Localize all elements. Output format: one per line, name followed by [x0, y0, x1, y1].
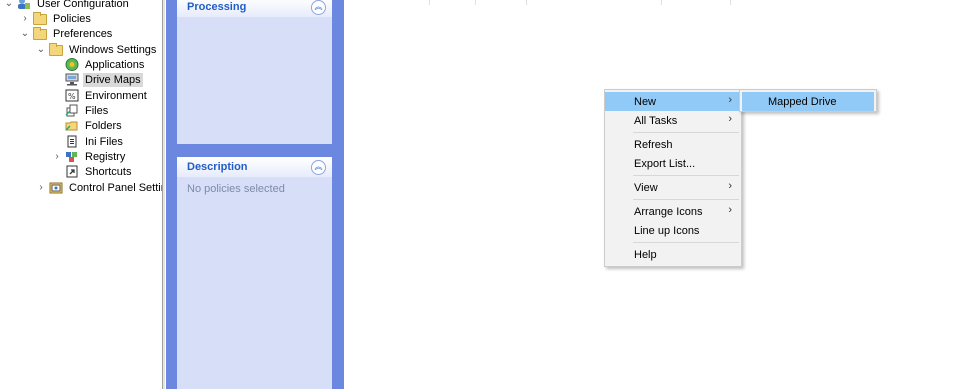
tree-item-label: Control Panel Setting [69, 181, 162, 194]
description-text: No policies selected [187, 183, 285, 195]
menu-separator [633, 175, 739, 176]
tree-item-label: Files [85, 104, 109, 117]
tree-item-label: Ini Files [85, 135, 123, 148]
tree-item-registry[interactable]: › Registry [52, 149, 127, 164]
menu-item-label: Line up Icons [634, 224, 700, 237]
menu-item-label: All Tasks [634, 114, 678, 127]
folders-icon [65, 119, 79, 132]
menu-item-line-up-icons[interactable]: Line up Icons [605, 221, 741, 240]
menu-item-label: Export List... [634, 157, 696, 170]
menu-item-label: New [634, 95, 657, 108]
collapse-up-icon[interactable]: ︽ [311, 0, 326, 15]
tree-item-label: User Configuration [37, 0, 129, 10]
menu-item-mapped-drive[interactable]: Mapped Drive [742, 92, 874, 111]
tree-item-user-configuration[interactable]: ⌄ User Configuration [4, 0, 131, 11]
shortcuts-icon [65, 165, 79, 178]
tree-item-label: Shortcuts [85, 165, 132, 178]
description-panel: Description ︽ No policies selected [177, 157, 332, 389]
column-divider[interactable] [661, 0, 662, 5]
svg-text:%: % [68, 92, 76, 101]
menu-item-help[interactable]: Help [605, 245, 741, 264]
menu-item-export-list[interactable]: Export List... [605, 154, 741, 173]
context-menu: New › All Tasks › Refresh Export List...… [604, 89, 742, 267]
column-divider[interactable] [475, 0, 476, 5]
tree-item-label: Registry [85, 150, 126, 163]
menu-item-label: Refresh [634, 138, 673, 151]
menu-separator [633, 242, 739, 243]
task-pane: Processing ︽ Description ︽ No policies s… [166, 0, 344, 389]
registry-icon [65, 150, 79, 163]
tree-item-label: Windows Settings [69, 43, 157, 56]
column-divider[interactable] [730, 0, 731, 5]
control-panel-icon [49, 181, 63, 194]
menu-separator [633, 132, 739, 133]
chevron-right-icon: › [728, 94, 732, 106]
tree-item-preferences[interactable]: ⌄ Preferences [20, 26, 114, 41]
chevron-down-icon[interactable]: ⌄ [4, 0, 14, 9]
applications-icon [65, 58, 79, 71]
tree-item-applications[interactable]: Applications [65, 57, 146, 72]
column-divider[interactable] [526, 0, 527, 5]
drive-maps-icon [65, 73, 79, 86]
tree-item-drive-maps[interactable]: Drive Maps [65, 72, 143, 87]
new-submenu: Mapped Drive [739, 89, 877, 112]
chevron-right-icon[interactable]: › [52, 151, 62, 162]
tree-item-folders[interactable]: Folders [65, 118, 124, 133]
user-config-icon [17, 0, 31, 10]
menu-item-arrange-icons[interactable]: Arrange Icons › [605, 202, 741, 221]
description-panel-header[interactable]: Description ︽ [177, 157, 332, 177]
menu-item-label: Help [634, 248, 657, 261]
menu-item-view[interactable]: View › [605, 178, 741, 197]
processing-panel: Processing ︽ [177, 0, 332, 144]
chevron-right-icon: › [728, 204, 732, 216]
tree-item-label: Policies [53, 12, 91, 25]
pane-splitter[interactable] [162, 0, 165, 389]
description-title: Description [187, 161, 248, 173]
folder-icon [49, 42, 63, 56]
tree-item-control-panel-setting[interactable]: › Control Panel Setting [36, 180, 162, 195]
folder-icon [33, 26, 47, 40]
chevron-right-icon: › [728, 113, 732, 125]
processing-title: Processing [187, 1, 247, 13]
processing-panel-header[interactable]: Processing ︽ [177, 0, 332, 17]
tree-item-files[interactable]: Files [65, 103, 110, 118]
chevron-down-icon[interactable]: ⌄ [20, 28, 30, 39]
chevron-right-icon: › [728, 180, 732, 192]
chevron-right-icon[interactable]: › [20, 13, 30, 24]
chevron-right-icon[interactable]: › [36, 182, 46, 193]
menu-item-all-tasks[interactable]: All Tasks › [605, 111, 741, 130]
tree-item-shortcuts[interactable]: Shortcuts [65, 164, 133, 179]
tree-item-policies[interactable]: › Policies [20, 11, 93, 26]
column-divider[interactable] [429, 0, 430, 5]
menu-item-label: Arrange Icons [634, 205, 703, 218]
tree-item-label: Drive Maps [83, 72, 143, 87]
tree-item-label: Applications [85, 58, 145, 71]
tree-item-label: Preferences [53, 27, 113, 40]
ini-files-icon [65, 135, 79, 148]
menu-item-label: Mapped Drive [768, 95, 837, 108]
tree-item-windows-settings[interactable]: ⌄ Windows Settings [36, 42, 158, 57]
tree-item-label: Environment [85, 89, 147, 102]
menu-separator [633, 199, 739, 200]
tree-item-label: Folders [85, 119, 122, 132]
menu-item-refresh[interactable]: Refresh [605, 135, 741, 154]
files-icon [65, 104, 79, 117]
console-tree: ⌄ User Configuration › Policies ⌄ Prefer… [0, 0, 162, 389]
folder-icon [33, 11, 47, 25]
menu-item-label: View [634, 181, 658, 194]
environment-icon: % [65, 89, 79, 102]
collapse-up-icon[interactable]: ︽ [311, 159, 326, 175]
chevron-down-icon[interactable]: ⌄ [36, 44, 46, 55]
tree-item-ini-files[interactable]: Ini Files [65, 134, 125, 149]
tree-item-environment[interactable]: % Environment [65, 88, 149, 103]
menu-item-new[interactable]: New › [605, 92, 741, 111]
